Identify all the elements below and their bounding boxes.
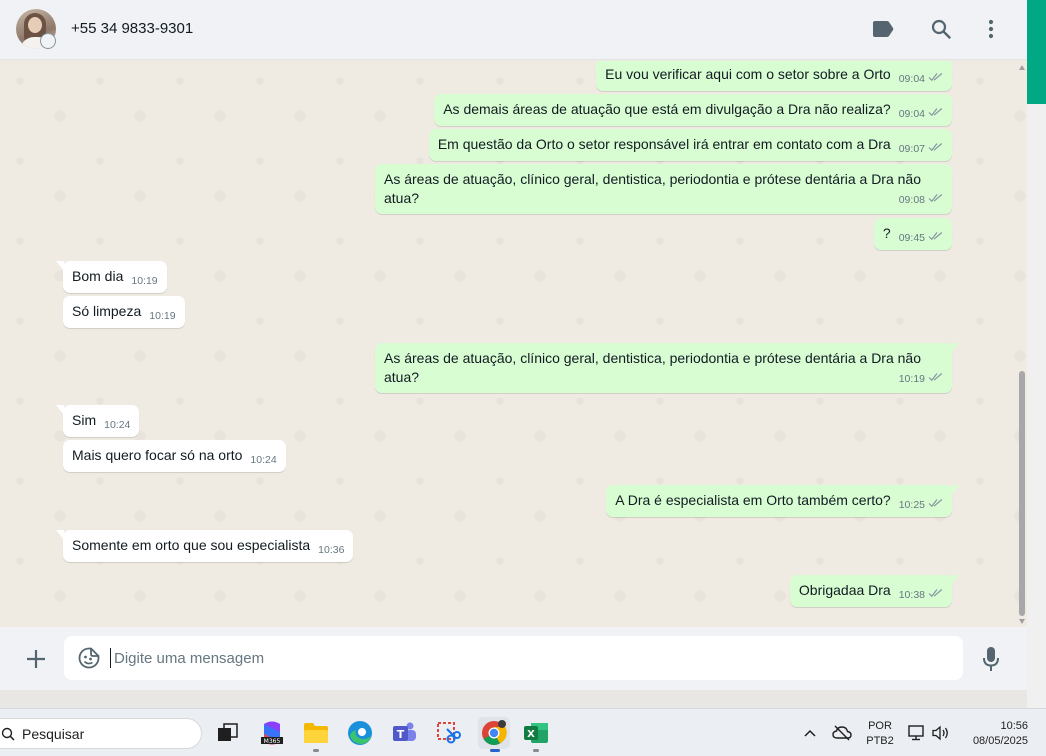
message-text: As áreas de atuação, clínico geral, dent… bbox=[384, 350, 921, 385]
message-text: A Dra é especialista em Orto também cert… bbox=[615, 492, 891, 508]
label-icon[interactable] bbox=[870, 16, 896, 42]
teams-icon[interactable]: T bbox=[390, 719, 418, 747]
chrome-browser-icon[interactable] bbox=[478, 717, 510, 749]
message-text: Só limpeza bbox=[72, 303, 142, 319]
scroll-down-arrow-icon[interactable] bbox=[1019, 619, 1025, 624]
outgoing-message[interactable]: As demais áreas de atuação que está em d… bbox=[434, 94, 952, 126]
contact-name[interactable]: +55 34 9833-9301 bbox=[71, 20, 193, 37]
outgoing-message[interactable]: A Dra é especialista em Orto também cert… bbox=[606, 485, 959, 517]
message-text: Bom dia bbox=[72, 268, 124, 284]
message-input[interactable] bbox=[114, 644, 934, 672]
keyboard-layout: PTB2 bbox=[866, 735, 894, 747]
language-code: POR bbox=[868, 720, 892, 732]
window-edge bbox=[1027, 104, 1046, 708]
taskbar-search-label: Pesquisar bbox=[22, 726, 85, 742]
search-icon bbox=[1, 727, 15, 746]
message-time: 10:24 bbox=[104, 419, 131, 431]
incoming-message[interactable]: Bom dia 10:19 bbox=[56, 261, 167, 293]
chat-scrollbar[interactable] bbox=[1017, 61, 1027, 627]
chat-header: +55 34 9833-9301 bbox=[0, 0, 1027, 60]
task-view-icon[interactable] bbox=[214, 719, 242, 747]
message-input-box bbox=[64, 636, 963, 680]
message-time: 09:04 bbox=[898, 108, 925, 120]
outgoing-message[interactable]: As áreas de atuação, clínico geral, dent… bbox=[375, 164, 952, 214]
message-text: Somente em orto que sou especialista bbox=[72, 537, 311, 553]
svg-text:M365: M365 bbox=[264, 738, 281, 745]
search-icon[interactable] bbox=[928, 16, 954, 42]
double-check-icon bbox=[928, 584, 943, 603]
composer-bar bbox=[0, 627, 1027, 690]
message-time: 10:19 bbox=[131, 275, 158, 287]
message-text: Mais quero focar só na orto bbox=[72, 447, 243, 463]
status-ring-icon bbox=[40, 33, 56, 49]
taskbar-search-box[interactable]: Pesquisar bbox=[0, 718, 202, 749]
cloud-offline-icon[interactable] bbox=[828, 719, 856, 747]
message-text: ? bbox=[882, 225, 891, 241]
file-explorer-icon[interactable] bbox=[302, 719, 330, 747]
outgoing-message[interactable]: Eu vou verificar aqui com o setor sobre … bbox=[596, 61, 952, 91]
outgoing-message[interactable]: Obrigadaa Dra 10:38 bbox=[789, 575, 959, 607]
incoming-message[interactable]: Só limpeza 10:19 bbox=[63, 296, 185, 328]
message-text: Obrigadaa Dra bbox=[798, 582, 891, 598]
snipping-tool-icon[interactable] bbox=[434, 719, 462, 747]
clock-date: 08/05/2025 bbox=[972, 735, 1028, 747]
scroll-up-arrow-icon[interactable] bbox=[1019, 65, 1025, 70]
message-time: 09:04 bbox=[898, 73, 925, 85]
message-time: 10:38 bbox=[898, 589, 925, 601]
message-time: 09:08 bbox=[898, 194, 925, 206]
message-time: 09:07 bbox=[898, 143, 925, 155]
outgoing-message[interactable]: ? 09:45 bbox=[873, 218, 952, 250]
excel-icon[interactable]: X bbox=[522, 719, 550, 747]
double-check-icon bbox=[928, 227, 943, 246]
incoming-message[interactable]: Sim 10:24 bbox=[56, 405, 140, 437]
message-time: 09:45 bbox=[898, 232, 925, 244]
incoming-message[interactable]: Somente em orto que sou especialista 10:3… bbox=[56, 530, 354, 562]
svg-text:T: T bbox=[397, 728, 405, 741]
volume-icon[interactable] bbox=[927, 719, 955, 747]
svg-text:X: X bbox=[527, 729, 535, 740]
microsoft365-icon[interactable]: M365 bbox=[258, 719, 286, 747]
message-text: Em questão da Orto o setor responsável i… bbox=[437, 136, 891, 152]
system-clock[interactable]: 10:56 08/05/2025 bbox=[963, 719, 1028, 749]
message-time: 10:36 bbox=[318, 544, 345, 556]
double-check-icon bbox=[928, 103, 943, 122]
keyboard-language-indicator[interactable]: POR PTB2 bbox=[866, 719, 894, 749]
message-time: 10:25 bbox=[898, 499, 925, 511]
windows-taskbar: Pesquisar M365 T X POR PTB2 10:56 08/05/… bbox=[0, 708, 1046, 756]
mic-icon[interactable] bbox=[978, 644, 1004, 674]
message-time: 10:19 bbox=[898, 373, 925, 385]
sticker-icon[interactable] bbox=[78, 647, 100, 669]
clock-time: 10:56 bbox=[1000, 720, 1028, 732]
message-text: Sim bbox=[72, 412, 97, 428]
double-check-icon bbox=[928, 494, 943, 513]
double-check-icon bbox=[928, 191, 943, 210]
outgoing-message[interactable]: Em questão da Orto o setor responsável i… bbox=[428, 129, 952, 161]
message-text: Eu vou verificar aqui com o setor sobre … bbox=[605, 66, 891, 82]
message-text: As demais áreas de atuação que está em d… bbox=[443, 101, 891, 117]
accent-bar bbox=[1027, 0, 1046, 104]
plus-icon[interactable] bbox=[22, 645, 50, 673]
edge-browser-icon[interactable] bbox=[346, 719, 374, 747]
double-check-icon bbox=[928, 370, 943, 389]
double-check-icon bbox=[928, 138, 943, 157]
scroll-thumb[interactable] bbox=[1019, 371, 1025, 616]
double-check-icon bbox=[928, 68, 943, 87]
incoming-message[interactable]: Mais quero focar só na orto 10:24 bbox=[63, 440, 286, 472]
menu-icon[interactable] bbox=[978, 16, 1004, 42]
whatsapp-window: +55 34 9833-9301 Eu vou verificar aqui c… bbox=[0, 0, 1027, 690]
message-list: Eu vou verificar aqui com o setor sobre … bbox=[0, 61, 1027, 627]
message-text: As áreas de atuação, clínico geral, dent… bbox=[384, 171, 921, 206]
message-time: 10:19 bbox=[149, 310, 176, 322]
tray-chevron-up-icon[interactable] bbox=[796, 719, 824, 747]
outgoing-message[interactable]: As áreas de atuação, clínico geral, dent… bbox=[375, 343, 959, 393]
message-time: 10:24 bbox=[250, 454, 277, 466]
